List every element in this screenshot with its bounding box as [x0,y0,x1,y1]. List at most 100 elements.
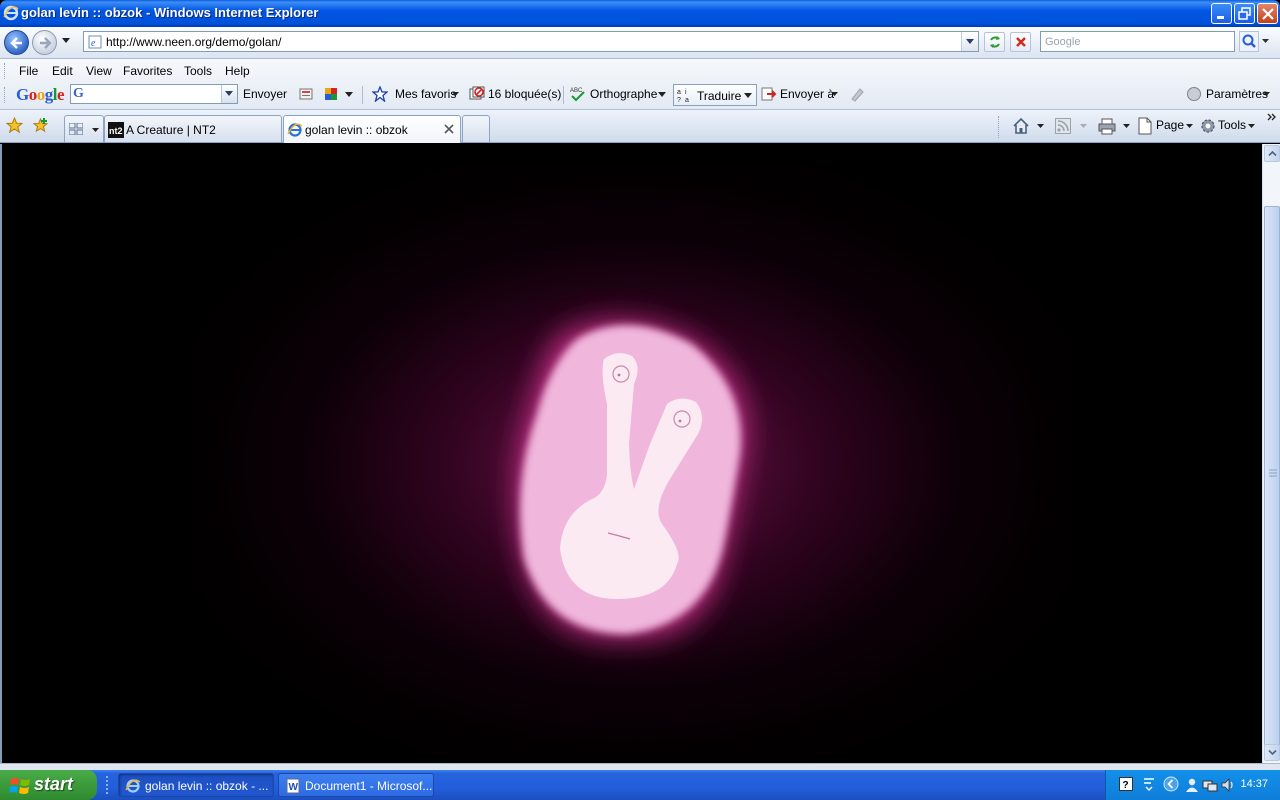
tools-menu-button[interactable]: Tools [1218,118,1246,140]
translate-icon: a i? a [677,89,689,103]
spellcheck-icon[interactable]: ABC [570,86,586,102]
windows-logo-icon [9,778,30,794]
popup-blocker-icon[interactable] [469,86,485,102]
back-button[interactable] [4,30,29,55]
send-to-icon[interactable] [761,86,777,102]
tab-label: golan levin :: obzok [305,123,408,137]
taskbar-item-ie[interactable]: golan levin :: obzok - ... [118,773,274,797]
scroll-up-button[interactable] [1264,145,1280,162]
settings-button[interactable]: Paramètres [1206,87,1268,101]
svg-text:nt2: nt2 [109,126,123,136]
chevron-down-icon[interactable] [1037,124,1044,128]
google-send-button[interactable]: Envoyer [243,87,287,101]
clock[interactable]: 14:37 [1240,778,1268,790]
menu-file[interactable]: File [19,64,38,78]
taskbar-item-word[interactable]: W Document1 - Microsof... [278,773,434,797]
forward-button[interactable] [32,30,57,55]
user-icon[interactable] [1184,777,1200,793]
news-icon[interactable] [298,86,314,102]
search-icon[interactable] [1239,31,1259,52]
chevron-down-icon [92,128,99,132]
spellcheck-button[interactable]: Orthographe [590,87,657,101]
help-icon[interactable]: ? [1119,777,1133,791]
translate-label: Traduire [697,89,742,103]
chevron-down-icon[interactable] [1186,124,1193,128]
chevron-down-icon[interactable] [1248,124,1255,128]
scroll-down-button[interactable] [1264,744,1280,761]
tab-label: A Creature | NT2 [126,123,216,137]
gear-icon[interactable] [1199,117,1217,135]
page-menu-button[interactable]: Page [1156,118,1184,140]
feeds-icon[interactable] [1055,118,1071,134]
close-window-button[interactable] [1257,3,1278,24]
url-text[interactable]: http://www.neen.org/demo/golan/ [106,35,281,49]
toolbar-grip[interactable] [4,63,7,79]
toolbar-grip[interactable] [998,116,999,138]
tab-a-creature[interactable]: nt2 A Creature | NT2 [104,115,282,142]
tab-golan-levin[interactable]: golan levin :: obzok [283,115,461,143]
home-icon[interactable] [1012,117,1030,135]
restore-button[interactable] [1234,3,1255,24]
chevron-right-icon[interactable] [1267,113,1276,121]
network-icon[interactable] [1202,777,1218,793]
page-menu-icon[interactable] [1137,117,1153,135]
add-favorite-icon[interactable] [32,117,49,134]
chevron-down-icon[interactable] [345,92,353,97]
menu-tools[interactable]: Tools [184,64,212,78]
bookmarks-icon[interactable] [323,86,339,102]
toolbar-grip[interactable] [4,87,7,103]
highlighter-icon[interactable] [849,86,865,102]
star-icon[interactable] [372,86,388,102]
creature-pupil-left [617,373,621,377]
chevron-down-icon[interactable] [658,92,666,97]
print-icon[interactable] [1098,117,1116,135]
recent-pages-dropdown-icon[interactable] [62,38,70,43]
chevron-down-icon[interactable] [831,92,838,96]
url-dropdown-button[interactable] [961,32,978,51]
menu-help[interactable]: Help [225,64,250,78]
start-button[interactable]: start [0,770,97,800]
grip-icon [1269,469,1277,477]
send-to-button[interactable]: Envoyer à [780,87,834,101]
url-field[interactable]: e http://www.neen.org/demo/golan/ [83,31,979,52]
chevron-down-icon[interactable] [1080,124,1087,128]
forward-arrow-icon [40,37,52,49]
search-input[interactable]: Google [1040,31,1235,52]
vertical-scrollbar[interactable] [1262,144,1280,763]
menu-edit[interactable]: Edit [52,64,73,78]
favorites-button[interactable]: Mes favoris [395,87,456,101]
quick-tabs-icon [69,123,83,135]
close-tab-icon[interactable] [444,124,454,134]
obzok-creature[interactable] [2,144,1262,763]
taskbar-grip[interactable] [106,776,108,794]
toolbar-separator [362,86,363,104]
google-search-dropdown[interactable] [221,85,237,103]
chevron-down-icon[interactable] [1263,92,1270,96]
display-icon[interactable] [1142,777,1156,791]
scroll-thumb[interactable] [1264,206,1280,746]
stop-button[interactable] [1010,32,1031,52]
menu-favorites[interactable]: Favorites [123,64,172,78]
search-options-icon[interactable] [1262,39,1269,43]
volume-icon[interactable] [1220,777,1236,793]
google-search-input[interactable]: G [70,84,238,104]
settings-globe-icon[interactable] [1186,86,1202,102]
taskbar: start golan levin :: obzok - ... W Docum… [0,770,1280,800]
favorites-center-icon[interactable] [6,117,23,134]
show-hidden-icons-icon[interactable] [1163,776,1179,792]
google-logo[interactable]: Google [16,85,65,105]
new-tab-button[interactable] [462,115,490,142]
chevron-down-icon[interactable] [452,92,459,96]
svg-text:?: ? [1123,780,1129,791]
translate-button[interactable]: a i? a Traduire [673,84,757,106]
svg-text:e: e [91,38,96,49]
menu-view[interactable]: View [86,64,112,78]
refresh-button[interactable] [984,32,1005,52]
minimize-button[interactable] [1211,3,1232,24]
page-content[interactable] [0,144,1262,763]
ie-icon [125,779,141,793]
tab-row: nt2 A Creature | NT2 golan levin :: obzo… [0,110,1280,143]
quick-tabs-button[interactable] [64,115,104,142]
blocked-popups-count[interactable]: 16 bloquée(s) [488,87,561,101]
chevron-down-icon[interactable] [1123,124,1130,128]
